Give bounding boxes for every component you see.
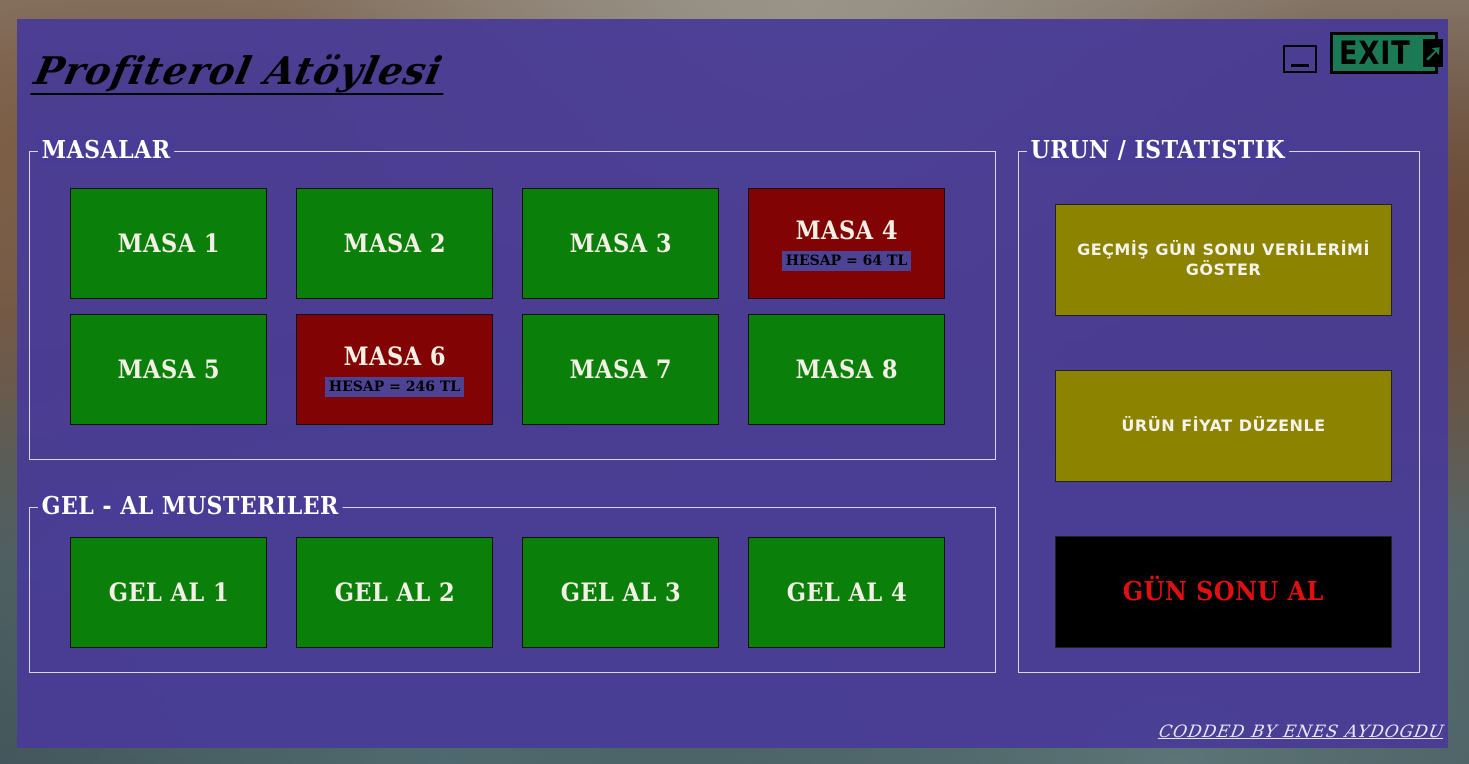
- arrow-up-right-icon: ➚: [1423, 39, 1444, 67]
- takeaway-gel-al-3[interactable]: GEL AL 3: [522, 537, 719, 648]
- end-of-day-button[interactable]: GÜN SONU AL: [1055, 536, 1392, 648]
- table-masa-7[interactable]: MASA 7: [522, 314, 719, 425]
- past-data-button-label: GEÇMİŞ GÜN SONU VERİLERİMİ GÖSTER: [1077, 240, 1370, 279]
- table-label: MASA 4: [795, 216, 898, 245]
- table-label: MASA 5: [117, 355, 220, 384]
- exit-label: EXIT: [1339, 34, 1411, 72]
- table-label: MASA 3: [569, 229, 672, 258]
- table-masa-6[interactable]: MASA 6 HESAP = 246 TL: [296, 314, 493, 425]
- gel-al-group: GEL - AL MUSTERILER GEL AL 1 GEL AL 2 GE…: [29, 491, 996, 673]
- table-masa-8[interactable]: MASA 8: [748, 314, 945, 425]
- urun-istatistik-group-title: URUN / ISTATISTIK: [1027, 135, 1289, 165]
- takeaway-label: GEL AL 3: [560, 578, 681, 607]
- edit-prices-button-label: ÜRÜN FİYAT DÜZENLE: [1121, 416, 1326, 435]
- main-window: Profiterol Atöylesi EXIT ➚ MASALAR MASA …: [17, 19, 1448, 748]
- takeaway-label: GEL AL 1: [108, 578, 229, 607]
- exit-button[interactable]: EXIT ➚: [1330, 32, 1444, 74]
- table-masa-3[interactable]: MASA 3: [522, 188, 719, 299]
- takeaway-gel-al-2[interactable]: GEL AL 2: [296, 537, 493, 648]
- masalar-group: MASALAR MASA 1 MASA 2 MASA 3 MASA 4 HESA…: [29, 135, 996, 460]
- table-bill: HESAP = 64 TL: [781, 251, 912, 271]
- end-of-day-button-label: GÜN SONU AL: [1122, 577, 1325, 607]
- urun-istatistik-group: URUN / ISTATISTIK GEÇMİŞ GÜN SONU VERİLE…: [1018, 135, 1420, 673]
- table-masa-2[interactable]: MASA 2: [296, 188, 493, 299]
- takeaway-label: GEL AL 4: [786, 578, 907, 607]
- table-label: MASA 7: [569, 355, 672, 384]
- table-label: MASA 6: [343, 342, 446, 371]
- takeaway-gel-al-1[interactable]: GEL AL 1: [70, 537, 267, 648]
- takeaway-gel-al-4[interactable]: GEL AL 4: [748, 537, 945, 648]
- table-masa-5[interactable]: MASA 5: [70, 314, 267, 425]
- app-title: Profiterol Atöylesi: [30, 48, 453, 95]
- table-label: MASA 2: [343, 229, 446, 258]
- table-masa-4[interactable]: MASA 4 HESAP = 64 TL: [748, 188, 945, 299]
- takeaway-label: GEL AL 2: [334, 578, 455, 607]
- table-label: MASA 1: [117, 229, 220, 258]
- table-bill: HESAP = 246 TL: [324, 377, 465, 397]
- past-end-of-day-data-button[interactable]: GEÇMİŞ GÜN SONU VERİLERİMİ GÖSTER: [1055, 204, 1392, 316]
- table-masa-1[interactable]: MASA 1: [70, 188, 267, 299]
- minimize-button[interactable]: [1283, 45, 1317, 73]
- masalar-group-title: MASALAR: [38, 135, 175, 165]
- minimize-icon: [1291, 64, 1309, 67]
- table-label: MASA 8: [795, 355, 898, 384]
- footer-credit-link[interactable]: CODDED BY ENES AYDOGDU: [1157, 722, 1446, 742]
- edit-product-prices-button[interactable]: ÜRÜN FİYAT DÜZENLE: [1055, 370, 1392, 482]
- gel-al-group-title: GEL - AL MUSTERILER: [38, 491, 343, 521]
